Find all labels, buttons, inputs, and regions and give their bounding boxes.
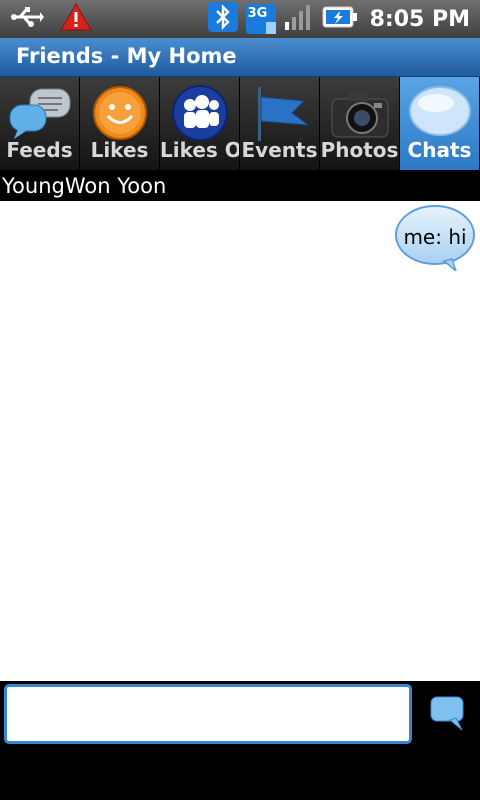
tab-label: Chats [407, 138, 472, 162]
composer-bar [0, 681, 480, 800]
tab-feeds[interactable]: Feeds [0, 77, 80, 170]
chat-contact-name: YoungWon Yoon [0, 171, 480, 201]
app-title: Friends - My Home [16, 44, 237, 68]
speech-bubbles-icon [8, 85, 72, 141]
flag-icon [248, 85, 312, 141]
chat-area[interactable]: me: hi [0, 201, 480, 681]
message-text: me: hi [403, 225, 467, 249]
chat-bubble-icon [408, 85, 472, 141]
tab-photos[interactable]: Photos [320, 77, 400, 170]
tab-label: Likes [90, 138, 149, 162]
network-3g-icon: 3G [245, 4, 276, 34]
warning-icon [60, 2, 92, 35]
signal-icon [284, 2, 314, 36]
tab-label: Photos [320, 138, 399, 162]
usb-icon [10, 6, 44, 32]
message-input[interactable] [4, 684, 412, 744]
status-bar: 3G 8:05 PM [0, 0, 480, 38]
network-badge: 3G [247, 6, 268, 21]
tab-events[interactable]: Events [240, 77, 320, 170]
tab-bar: Feeds Likes Likes Ot [0, 77, 480, 170]
smiley-icon [88, 85, 152, 141]
bluetooth-icon [207, 2, 238, 36]
tab-likes[interactable]: Likes [80, 77, 160, 170]
send-button[interactable] [428, 693, 468, 733]
battery-charging-icon [322, 4, 358, 34]
tab-chats[interactable]: Chats [400, 77, 480, 170]
send-chat-icon [428, 696, 468, 737]
tab-likes-others[interactable]: Likes Ot [160, 77, 240, 170]
title-bar: Friends - My Home [0, 38, 480, 77]
tab-label: Likes Ot [160, 138, 239, 162]
tab-label: Feeds [6, 138, 73, 162]
tab-label: Events [241, 138, 318, 162]
message-bubble: me: hi [394, 203, 476, 271]
myspace-icon [168, 85, 232, 141]
camera-icon [328, 85, 392, 141]
clock: 8:05 PM [369, 6, 470, 32]
